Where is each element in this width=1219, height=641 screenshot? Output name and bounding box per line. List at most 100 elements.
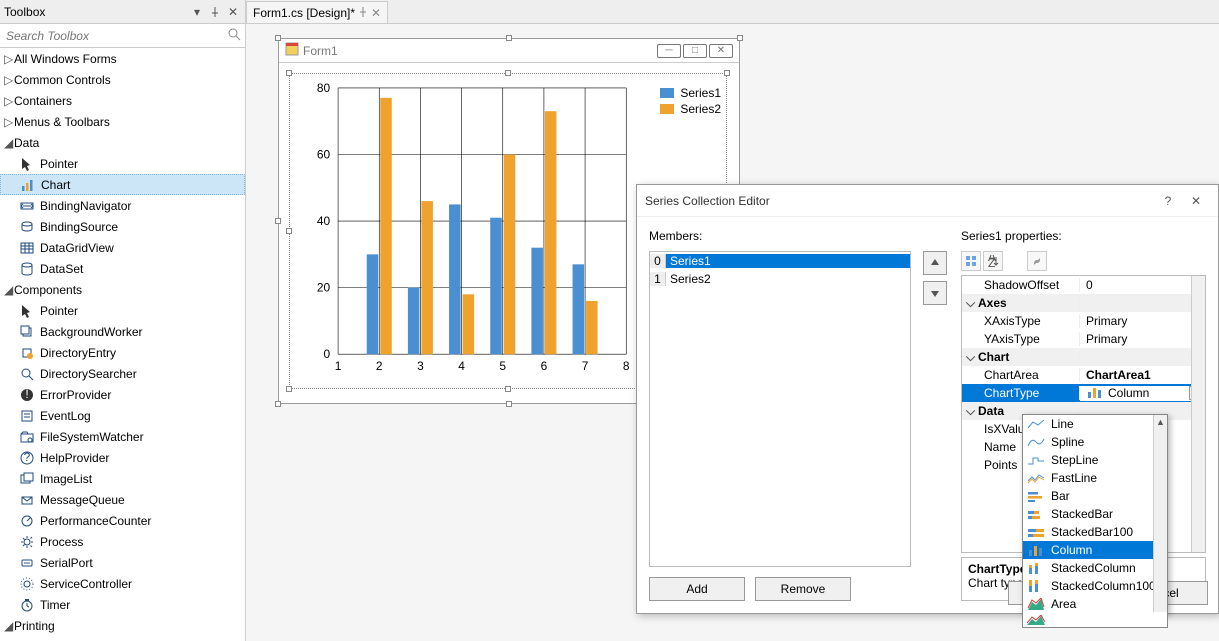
charttype-label: Column [1051, 543, 1092, 557]
toolbox-item[interactable]: BackgroundWorker [0, 321, 245, 342]
svg-text:80: 80 [317, 81, 331, 95]
remove-button[interactable]: Remove [755, 577, 851, 601]
add-button[interactable]: Add [649, 577, 745, 601]
toolbox-category-label: Containers [14, 94, 72, 108]
scroll-up-icon[interactable]: ▲ [1154, 415, 1167, 429]
toolbox-item-label: Process [40, 535, 83, 549]
toolbox-item[interactable]: DataSet [0, 258, 245, 279]
property-category[interactable]: ⌵Axes [962, 294, 1205, 312]
dialog-help-icon[interactable]: ? [1154, 191, 1182, 211]
property-pages-icon[interactable] [1027, 251, 1047, 271]
toolbox-item[interactable]: FileSystemWatcher [0, 426, 245, 447]
property-category[interactable]: ⌵Chart [962, 348, 1205, 366]
toolbox-item-label: Pointer [40, 157, 78, 171]
toolbox-item[interactable]: !ErrorProvider [0, 384, 245, 405]
toolbox-item[interactable]: SerialPort [0, 552, 245, 573]
perfcounter-icon [18, 513, 36, 529]
toolbox-category[interactable]: ◢Components [0, 279, 245, 300]
charttype-label: Line [1051, 417, 1074, 431]
alphabetical-icon[interactable]: AZ [983, 251, 1003, 271]
toolbox-category[interactable]: ◢Data [0, 132, 245, 153]
toolbox-item[interactable]: ?HelpProvider [0, 447, 245, 468]
charttype-option[interactable]: StepLine [1023, 451, 1167, 469]
dataset-icon [18, 261, 36, 277]
svg-text:3: 3 [417, 359, 424, 373]
member-name: Series1 [666, 254, 910, 268]
property-row[interactable]: ChartTypeColumn⌵ [962, 384, 1205, 402]
close-button[interactable]: ✕ [709, 44, 733, 58]
toolbox-dropdown-icon[interactable]: ▾ [189, 4, 205, 20]
charttype-option[interactable]: Spline [1023, 433, 1167, 451]
toolbox-item-label: DataSet [40, 262, 83, 276]
toolbox-item-label: Timer [40, 598, 70, 612]
toolbox-category[interactable]: ▷Common Controls [0, 69, 245, 90]
toolbox-pin-icon[interactable] [207, 4, 223, 20]
toolbox-item[interactable]: MessageQueue [0, 489, 245, 510]
toolbox-item-label: SerialPort [40, 556, 93, 570]
search-icon[interactable] [227, 27, 241, 44]
toolbox-item[interactable]: EventLog [0, 405, 245, 426]
toolbox-item-label: BackgroundWorker [40, 325, 143, 339]
toolbox-category[interactable]: ▷All Windows Forms [0, 48, 245, 69]
charttype-option[interactable]: Area [1023, 595, 1167, 613]
member-index: 0 [650, 254, 666, 268]
charttype-label: Spline [1051, 435, 1084, 449]
toolbox-search-input[interactable] [4, 28, 227, 44]
minimize-button[interactable]: ─ [657, 44, 681, 58]
toolbox-item[interactable]: BindingNavigator [0, 195, 245, 216]
charttype-option[interactable]: StackedColumn100 [1023, 577, 1167, 595]
charttype-option[interactable]: StackedBar [1023, 505, 1167, 523]
charttype-option[interactable]: StackedBar100 [1023, 523, 1167, 541]
property-row[interactable]: YAxisTypePrimary [962, 330, 1205, 348]
toolbox-item[interactable]: Timer [0, 594, 245, 615]
legend-item: Series2 [660, 101, 721, 117]
member-row[interactable]: 0Series1 [650, 252, 910, 270]
member-row[interactable]: 1Series2 [650, 270, 910, 288]
toolbox-item[interactable]: DirectorySearcher [0, 363, 245, 384]
maximize-button[interactable]: □ [683, 44, 707, 58]
toolbox-item[interactable]: Pointer [0, 300, 245, 321]
move-down-button[interactable] [923, 281, 947, 305]
toolbox-item[interactable]: Process [0, 531, 245, 552]
toolbox-item[interactable]: ServiceController [0, 573, 245, 594]
charttype-option[interactable]: Line [1023, 415, 1167, 433]
toolbox-category[interactable]: ▷Containers [0, 90, 245, 111]
toolbox-item[interactable]: BindingSource [0, 216, 245, 237]
document-tab-label: Form1.cs [Design]* [253, 6, 355, 20]
toolbox-item[interactable]: Chart [0, 174, 245, 195]
charttype-option[interactable]: StackedColumn [1023, 559, 1167, 577]
charttype-option[interactable]: FastLine [1023, 469, 1167, 487]
toolbox-body[interactable]: ▷All Windows Forms▷Common Controls▷Conta… [0, 48, 245, 641]
charttype-option[interactable]: Bar [1023, 487, 1167, 505]
bindingnav-icon [18, 198, 36, 214]
property-grid-scrollbar[interactable] [1191, 276, 1205, 552]
toolbox-item[interactable]: Pointer [0, 153, 245, 174]
property-row[interactable]: XAxisTypePrimary [962, 312, 1205, 330]
property-row[interactable]: ShadowOffset0 [962, 276, 1205, 294]
charttype-option[interactable]: Column [1023, 541, 1167, 559]
toolbox-item[interactable]: DataGridView [0, 237, 245, 258]
property-name: ChartArea [962, 368, 1080, 382]
members-list[interactable]: 0Series11Series2 [649, 251, 911, 567]
toolbox-item[interactable]: ImageList [0, 468, 245, 489]
charttype-icon [1027, 544, 1045, 556]
dialog-close-icon[interactable]: ✕ [1182, 191, 1210, 211]
charttype-dropdown-overflow[interactable] [1022, 612, 1168, 628]
members-label: Members: [649, 229, 911, 247]
charttype-icon [1027, 418, 1045, 430]
document-tab[interactable]: Form1.cs [Design]* ✕ [246, 1, 388, 23]
toolbox-category[interactable]: ▷Menus & Toolbars [0, 111, 245, 132]
toolbox-category[interactable]: ◢Printing [0, 615, 245, 636]
tab-close-icon[interactable]: ✕ [371, 6, 381, 20]
toolbox-item-label: HelpProvider [40, 451, 109, 465]
toolbox-item[interactable]: DirectoryEntry [0, 342, 245, 363]
toolbox-close-icon[interactable]: ✕ [225, 4, 241, 20]
move-up-button[interactable] [923, 251, 947, 275]
tab-pin-icon[interactable] [359, 6, 367, 20]
charttype-dropdown[interactable]: ▲ LineSplineStepLineFastLineBarStackedBa… [1022, 414, 1168, 614]
toolbox-item[interactable]: PerformanceCounter [0, 510, 245, 531]
dropdown-scrollbar[interactable]: ▲ [1153, 415, 1167, 613]
categorized-icon[interactable] [961, 251, 981, 271]
toolbox-item[interactable]: Pointer [0, 636, 245, 641]
property-row[interactable]: ChartAreaChartArea1 [962, 366, 1205, 384]
